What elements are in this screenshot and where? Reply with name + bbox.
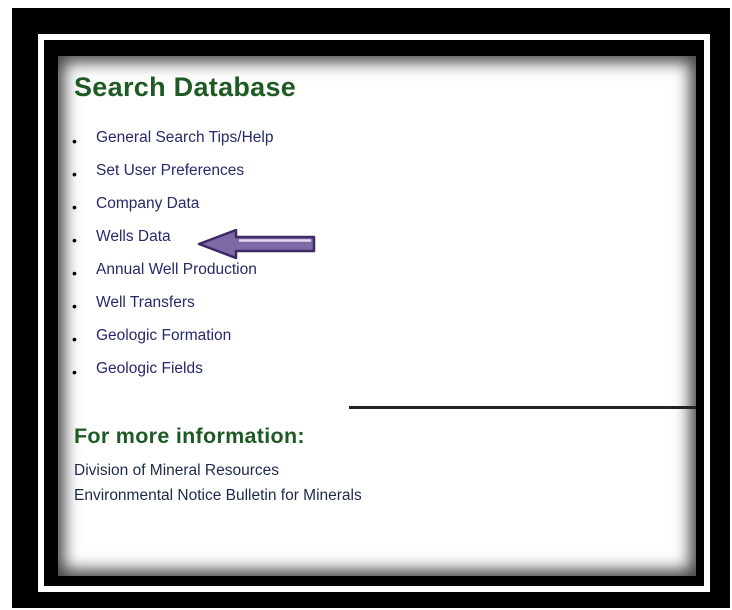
link-general-search-tips[interactable]: General Search Tips/Help	[96, 127, 273, 149]
left-arrow-icon	[197, 228, 316, 260]
bullet-icon: •	[72, 364, 77, 380]
bullet-icon: •	[72, 298, 77, 314]
section-divider	[349, 406, 696, 409]
link-geologic-fields[interactable]: Geologic Fields	[96, 358, 203, 380]
more-info-heading: For more information:	[74, 424, 305, 448]
link-geologic-formation[interactable]: Geologic Formation	[96, 325, 231, 347]
bullet-icon: •	[72, 166, 77, 182]
list-item-well-transfers: • Well Transfers	[72, 292, 273, 325]
list-item-geologic-fields: • Geologic Fields	[72, 358, 273, 391]
link-wells-data[interactable]: Wells Data	[96, 226, 171, 248]
bullet-icon: •	[72, 265, 77, 281]
link-set-user-preferences[interactable]: Set User Preferences	[96, 160, 244, 182]
link-annual-well-production[interactable]: Annual Well Production	[96, 259, 257, 281]
bullet-icon: •	[72, 232, 77, 248]
divider-line	[349, 406, 696, 409]
list-item-set-user-preferences: • Set User Preferences	[72, 160, 273, 193]
link-company-data[interactable]: Company Data	[96, 193, 199, 215]
list-item-annual-well-production: • Annual Well Production	[72, 259, 273, 292]
list-item-geologic-formation: • Geologic Formation	[72, 325, 273, 358]
bullet-icon: •	[72, 133, 77, 149]
list-item-general-search-tips: • General Search Tips/Help	[72, 127, 273, 160]
bullet-icon: •	[72, 199, 77, 215]
list-item-company-data: • Company Data	[72, 193, 273, 226]
page-title: Search Database	[74, 72, 297, 102]
arrow-shape	[197, 228, 316, 260]
link-well-transfers[interactable]: Well Transfers	[96, 292, 195, 314]
bullet-icon: •	[72, 331, 77, 347]
link-division-of-mineral-resources[interactable]: Division of Mineral Resources	[74, 461, 279, 481]
link-environmental-notice-bulletin[interactable]: Environmental Notice Bulletin for Minera…	[74, 486, 362, 506]
